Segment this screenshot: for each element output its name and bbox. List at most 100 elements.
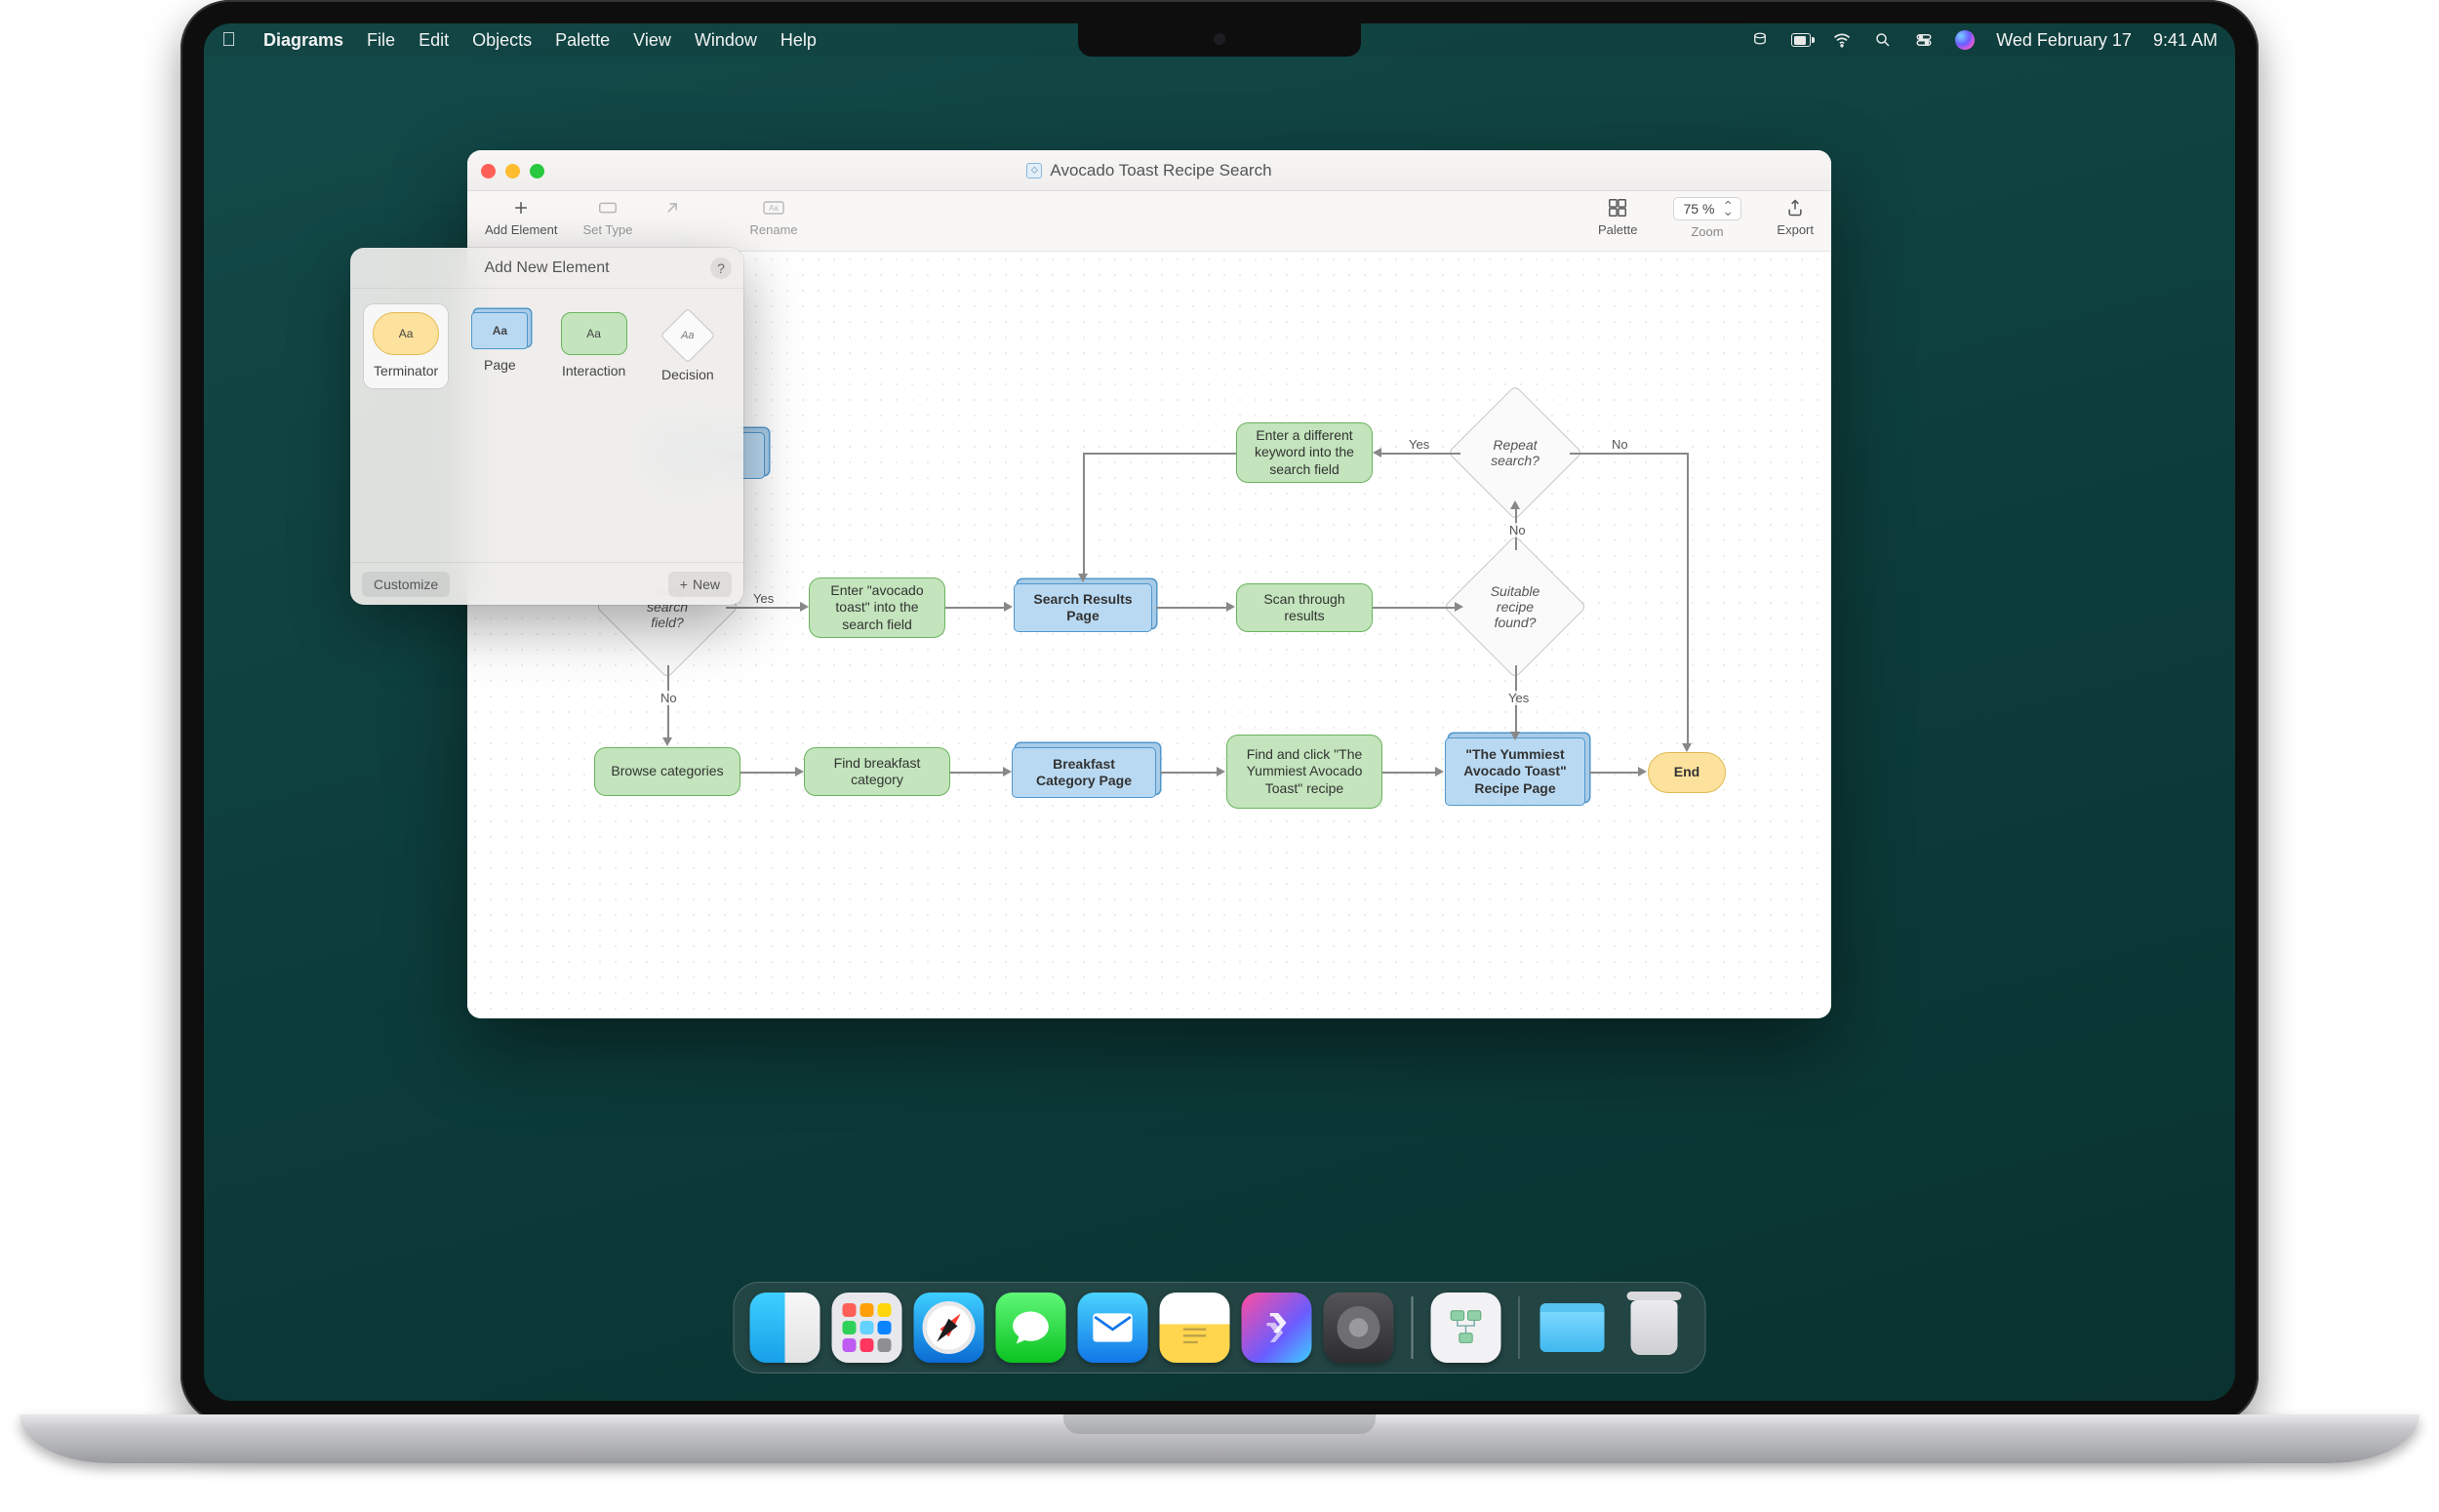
menu-file[interactable]: File [367, 30, 395, 51]
close-button[interactable] [481, 164, 496, 179]
plus-icon: + [680, 577, 688, 592]
wifi-icon[interactable] [1832, 30, 1852, 50]
toolbar-export-label: Export [1777, 222, 1814, 237]
toolbar-rename[interactable]: Aa Rename [750, 197, 798, 237]
element-palette-grid: Aa Terminator Aa Page Aa Interaction Aa … [350, 289, 743, 404]
window-toolbar: Add Element Set Type . Aa Rename [467, 191, 1831, 252]
menu-edit[interactable]: Edit [419, 30, 449, 51]
toolbar-direction[interactable]: . [659, 197, 686, 237]
customize-button[interactable]: Customize [362, 572, 450, 597]
node-enter-avocado[interactable]: Enter "avocado toast" into the search fi… [809, 577, 945, 638]
node-breakfast-category-page[interactable]: Breakfast Category Page [1012, 747, 1156, 798]
palette-item-decision[interactable]: Aa Decision [646, 304, 730, 388]
edge [1160, 772, 1219, 774]
export-icon [1781, 197, 1809, 219]
new-button[interactable]: +New [668, 572, 732, 597]
zoom-stepper[interactable]: 75 % ⌃⌄ [1673, 197, 1742, 220]
apple-menu-icon[interactable]:  [221, 29, 236, 52]
palette-item-label: Decision [661, 367, 714, 382]
arrowhead-icon [1226, 602, 1235, 612]
fullscreen-button[interactable] [530, 164, 544, 179]
menubar-app-name[interactable]: Diagrams [263, 30, 343, 51]
toolbar-set-type[interactable]: Set Type [582, 197, 632, 237]
palette-item-label: Interaction [562, 363, 625, 378]
page-shape-icon: Aa [471, 312, 528, 349]
edge-label-no: No [1609, 437, 1631, 452]
dock-app-finder[interactable] [750, 1293, 820, 1363]
arrowhead-icon [1078, 574, 1088, 582]
dock-separator [1518, 1296, 1520, 1359]
rename-icon: Aa [760, 197, 787, 219]
palette-item-interaction[interactable]: Aa Interaction [552, 304, 636, 388]
node-recipe-page[interactable]: "The Yummiest Avocado Toast" Recipe Page [1445, 737, 1585, 806]
arrowhead-icon [1638, 767, 1647, 776]
dock-trash[interactable] [1619, 1293, 1690, 1363]
menubar-status-area: Wed February 17 9:41 AM [1750, 30, 2218, 51]
spotlight-icon[interactable] [1873, 30, 1893, 50]
dock-app-settings[interactable] [1324, 1293, 1394, 1363]
node-browse-categories[interactable]: Browse categories [594, 747, 740, 796]
edge-label-no: No [658, 691, 680, 705]
dock-app-messages[interactable] [996, 1293, 1066, 1363]
document-title-text: Avocado Toast Recipe Search [1050, 161, 1271, 180]
edge-label-yes: Yes [750, 591, 777, 606]
dock-app-safari[interactable] [914, 1293, 984, 1363]
toolbar-add-label: Add Element [485, 222, 557, 237]
display-notch [1078, 23, 1361, 57]
edge [1687, 453, 1689, 745]
help-button[interactable]: ? [710, 258, 732, 279]
node-scan-results[interactable]: Scan through results [1236, 583, 1373, 632]
battery-icon[interactable] [1791, 30, 1811, 50]
arrowhead-icon [1682, 743, 1692, 752]
arrowhead-icon [800, 602, 809, 612]
document-icon: ⬦ [1026, 163, 1042, 179]
shape-icon [594, 197, 621, 219]
dock-app-launchpad[interactable] [832, 1293, 902, 1363]
node-enter-different-keyword[interactable]: Enter a different keyword into the searc… [1236, 422, 1373, 483]
popover-titlebar: Add New Element ? [350, 248, 743, 289]
dock-downloads-folder[interactable] [1538, 1293, 1608, 1363]
dock-app-mail[interactable] [1078, 1293, 1148, 1363]
toolbar-palette[interactable]: Palette [1598, 197, 1637, 237]
window-titlebar[interactable]: ⬦ Avocado Toast Recipe Search [467, 150, 1831, 191]
palette-item-terminator[interactable]: Aa Terminator [364, 304, 448, 388]
palette-item-page[interactable]: Aa Page [458, 304, 541, 388]
toolbar-add-element[interactable]: Add Element [485, 197, 557, 237]
svg-text:Aa: Aa [769, 204, 779, 213]
status-item-icon[interactable] [1750, 30, 1770, 50]
terminator-shape-icon: Aa [373, 312, 439, 355]
menu-palette[interactable]: Palette [555, 30, 610, 51]
zoom-label: Zoom [1691, 224, 1723, 239]
control-center-icon[interactable] [1914, 30, 1934, 50]
edge [1380, 453, 1460, 455]
menubar-date[interactable]: Wed February 17 [1996, 30, 2132, 51]
siri-icon[interactable] [1955, 30, 1975, 50]
menu-view[interactable]: View [633, 30, 671, 51]
toolbar-rename-label: Rename [750, 222, 798, 237]
plus-icon [507, 197, 535, 219]
dock-app-notes[interactable] [1160, 1293, 1230, 1363]
dock-app-shortcuts[interactable] [1242, 1293, 1312, 1363]
menu-help[interactable]: Help [780, 30, 817, 51]
toolbar-export[interactable]: Export [1777, 197, 1814, 237]
edge [1373, 607, 1457, 609]
palette-item-label: Terminator [374, 363, 438, 378]
node-search-results-page[interactable]: Search Results Page [1014, 583, 1152, 632]
edge [1570, 453, 1687, 455]
interaction-shape-icon: Aa [561, 312, 627, 355]
dock-app-diagrams[interactable] [1430, 1293, 1500, 1363]
edge-label-no: No [1506, 523, 1529, 537]
node-find-breakfast[interactable]: Find breakfast category [804, 747, 950, 796]
menubar-time[interactable]: 9:41 AM [2153, 30, 2218, 51]
minimize-button[interactable] [505, 164, 520, 179]
node-end[interactable]: End [1648, 752, 1726, 793]
popover-footer: Customize +New [350, 562, 743, 605]
dock [734, 1282, 1706, 1373]
node-suitable-recipe[interactable]: Suitable recipe found? [1464, 556, 1566, 657]
dock-separator [1412, 1296, 1414, 1359]
node-find-and-click[interactable]: Find and click "The Yummiest Avocado Toa… [1226, 735, 1382, 809]
menu-window[interactable]: Window [695, 30, 757, 51]
node-repeat-search[interactable]: Repeat search? [1467, 405, 1563, 500]
arrowhead-icon [795, 767, 804, 776]
menu-objects[interactable]: Objects [472, 30, 532, 51]
